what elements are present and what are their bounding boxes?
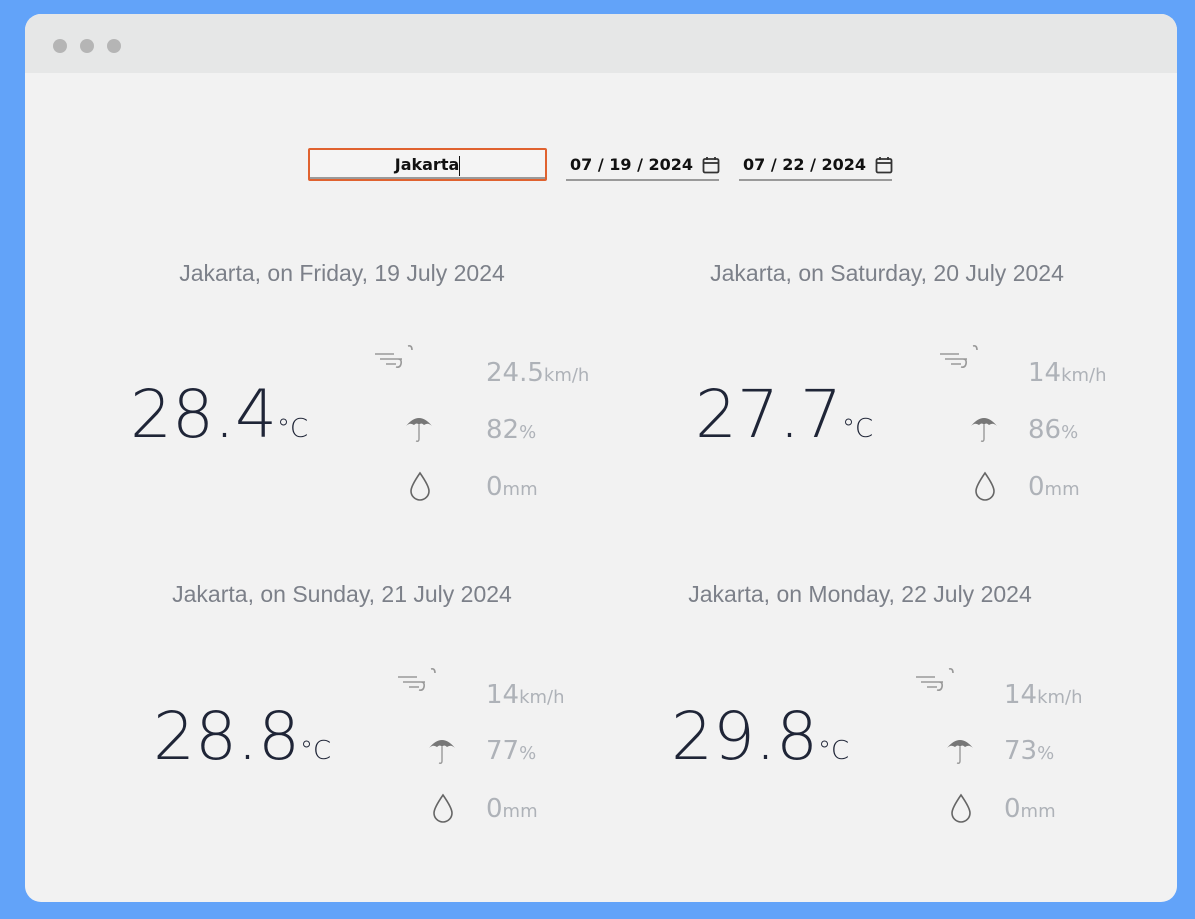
forecast-card: Jakarta, on Sunday, 21 July 2024 28.8°C … xyxy=(62,581,622,841)
wind-speed-unit: km/h xyxy=(543,365,590,386)
humidity: 86% xyxy=(1028,415,1078,445)
wind-speed-value: 14 xyxy=(1004,680,1038,710)
window-control-close[interactable] xyxy=(53,39,67,53)
start-date-value: 07 / 19 / 2024 xyxy=(570,155,694,174)
humidity-value: 77 xyxy=(486,736,520,766)
rainfall-value: 0 xyxy=(1004,794,1021,824)
wind-speed: 14km/h xyxy=(486,680,565,710)
humidity-unit: % xyxy=(1037,743,1055,764)
window-control-minimize[interactable] xyxy=(80,39,94,53)
humidity-unit: % xyxy=(1061,422,1079,443)
rainfall-unit: mm xyxy=(1020,801,1056,822)
wind-speed: 14km/h xyxy=(1004,680,1083,710)
wind-speed-value: 14 xyxy=(1028,358,1062,388)
raindrop-icon xyxy=(949,792,989,823)
rainfall: 0mm xyxy=(1004,794,1056,824)
calendar-icon[interactable] xyxy=(701,155,721,175)
humidity-value: 82 xyxy=(486,415,520,445)
wind-speed-value: 14 xyxy=(486,680,520,710)
city-input[interactable]: Jakarta xyxy=(308,148,547,181)
wind-speed: 24.5km/h xyxy=(486,358,589,388)
window-titlebar xyxy=(25,14,1177,73)
rainfall: 0mm xyxy=(486,472,538,502)
rainfall-value: 0 xyxy=(486,472,503,502)
search-controls: Jakarta 07 / 19 / 2024 07 / 22 / 2024 xyxy=(25,148,1177,184)
temperature-unit: °C xyxy=(817,736,850,766)
humidity-unit: % xyxy=(519,422,537,443)
window-control-maximize[interactable] xyxy=(107,39,121,53)
temperature-value: 28.4 xyxy=(130,376,277,453)
forecast-card: Jakarta, on Saturday, 20 July 2024 27.7°… xyxy=(607,260,1167,520)
temperature-unit: °C xyxy=(299,736,332,766)
temperature: 29.8°C xyxy=(671,698,849,775)
temperature-value: 29.8 xyxy=(671,698,818,775)
humidity: 82% xyxy=(486,415,536,445)
temperature-unit: °C xyxy=(841,414,874,444)
humidity-unit: % xyxy=(519,743,537,764)
umbrella-icon xyxy=(969,412,1009,442)
humidity: 73% xyxy=(1004,736,1054,766)
browser-window: Jakarta 07 / 19 / 2024 07 / 22 / 2024 Ja… xyxy=(25,14,1177,902)
city-input-value: Jakarta xyxy=(394,155,460,174)
forecast-title: Jakarta, on Friday, 19 July 2024 xyxy=(179,260,505,286)
umbrella-icon xyxy=(404,412,444,442)
temperature-value: 27.7 xyxy=(695,376,842,453)
wind-icon xyxy=(939,342,979,372)
forecast-title: Jakarta, on Saturday, 20 July 2024 xyxy=(710,260,1064,286)
humidity-value: 73 xyxy=(1004,736,1038,766)
temperature: 27.7°C xyxy=(695,376,873,453)
wind-speed: 14km/h xyxy=(1028,358,1107,388)
rainfall: 0mm xyxy=(486,794,538,824)
wind-speed-unit: km/h xyxy=(519,687,565,708)
temperature-value: 28.8 xyxy=(153,698,300,775)
raindrop-icon xyxy=(431,792,471,823)
temperature: 28.8°C xyxy=(153,698,331,775)
forecast-title: Jakarta, on Sunday, 21 July 2024 xyxy=(172,581,512,607)
wind-speed-unit: km/h xyxy=(1061,365,1107,386)
rainfall-value: 0 xyxy=(1028,472,1045,502)
text-cursor xyxy=(459,155,461,176)
start-date-input[interactable]: 07 / 19 / 2024 xyxy=(566,150,721,181)
wind-icon xyxy=(374,342,414,372)
temperature: 28.4°C xyxy=(130,376,308,453)
rainfall-unit: mm xyxy=(502,479,538,500)
rainfall-value: 0 xyxy=(486,794,503,824)
temperature-unit: °C xyxy=(276,414,309,444)
end-date-input[interactable]: 07 / 22 / 2024 xyxy=(739,150,894,181)
umbrella-icon xyxy=(945,734,985,764)
rainfall-unit: mm xyxy=(502,801,538,822)
raindrop-icon xyxy=(973,470,1013,501)
forecast-title: Jakarta, on Monday, 22 July 2024 xyxy=(688,581,1032,607)
wind-icon xyxy=(915,665,955,695)
humidity: 77% xyxy=(486,736,536,766)
umbrella-icon xyxy=(427,734,467,764)
end-date-value: 07 / 22 / 2024 xyxy=(743,155,867,174)
forecast-card: Jakarta, on Monday, 22 July 2024 29.8°C … xyxy=(580,581,1140,841)
forecast-card: Jakarta, on Friday, 19 July 2024 28.4°C … xyxy=(62,260,622,520)
calendar-icon[interactable] xyxy=(874,155,894,175)
wind-speed-value: 24.5 xyxy=(486,358,544,388)
wind-speed-unit: km/h xyxy=(1037,687,1083,708)
raindrop-icon xyxy=(408,470,448,501)
rainfall-unit: mm xyxy=(1044,479,1080,500)
rainfall: 0mm xyxy=(1028,472,1080,502)
wind-icon xyxy=(397,665,437,695)
humidity-value: 86 xyxy=(1028,415,1062,445)
